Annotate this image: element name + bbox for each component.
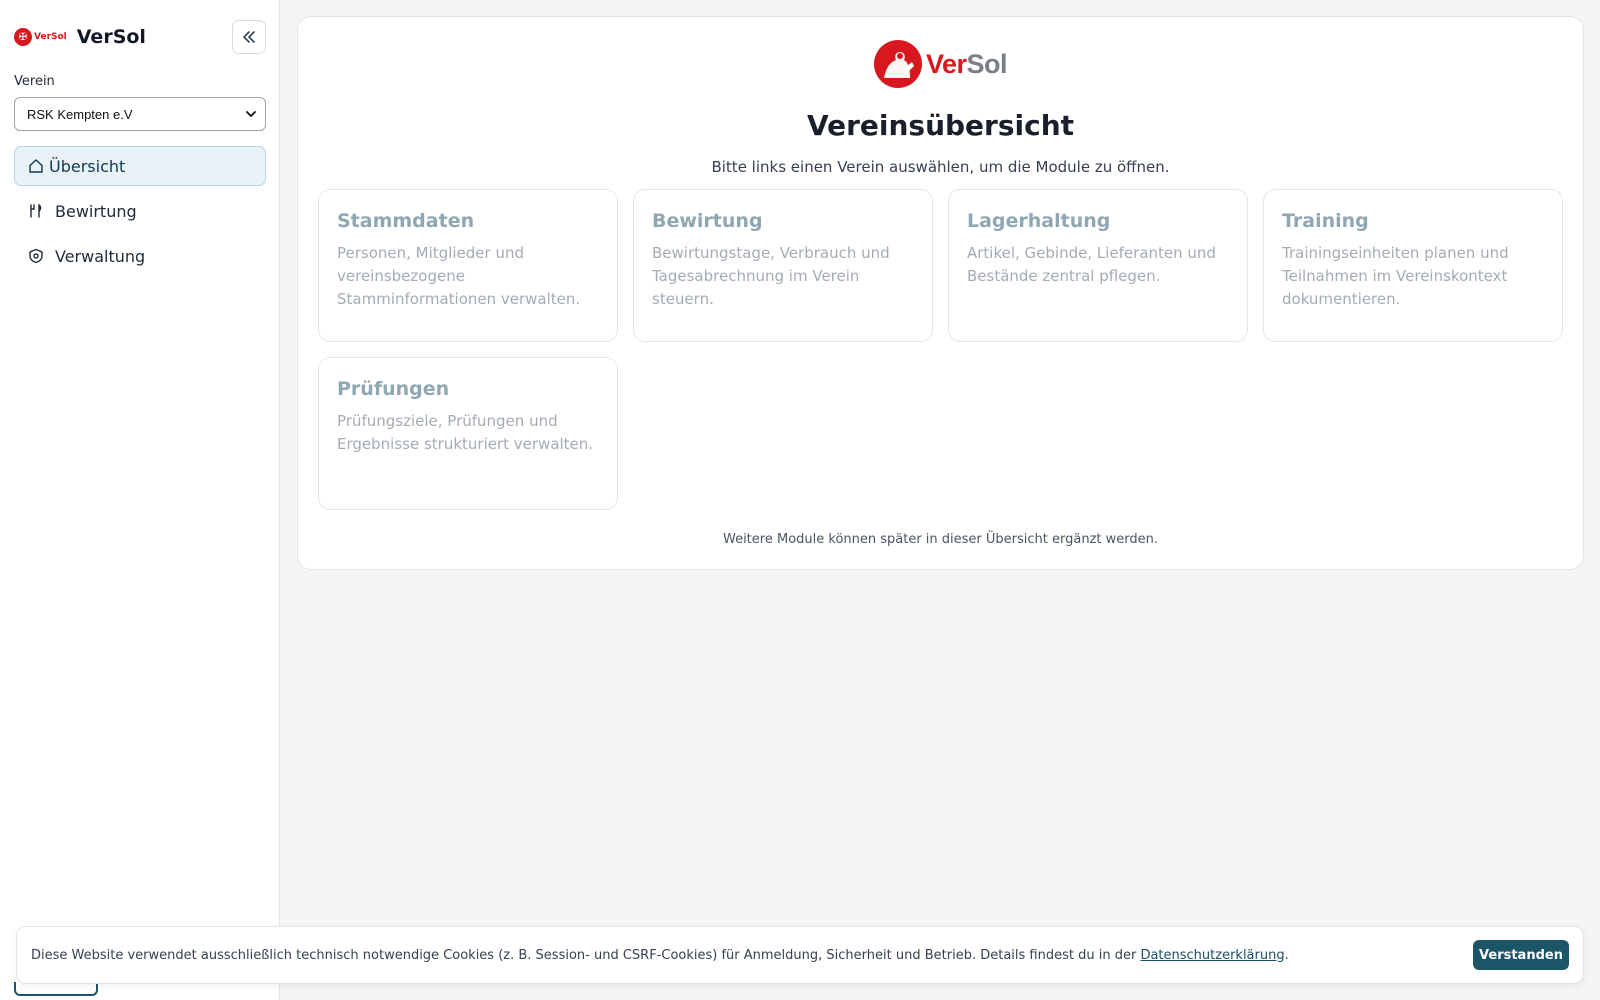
sidebar: ✠ VerSol VerSol Verein RSK Kempten e.V Ü…: [0, 0, 280, 1000]
module-title: Lagerhaltung: [967, 210, 1111, 232]
shield-icon: [27, 247, 45, 265]
overview-card: Ver Sol Vereinsübersicht Bitte links eine…: [297, 16, 1584, 570]
collapse-sidebar-button[interactable]: [232, 20, 266, 54]
utensils-icon: [27, 202, 45, 220]
sidebar-item-uebersicht[interactable]: Übersicht: [14, 146, 266, 186]
brand-logo-text: VerSol: [34, 32, 67, 42]
module-card-training[interactable]: Training Trainingseinheiten planen und T…: [1263, 189, 1563, 342]
versol-logo-ver: Ver: [925, 48, 967, 79]
versol-logo: Ver Sol: [298, 39, 1583, 89]
versol-logo-sol: Sol: [966, 48, 1008, 79]
versol-logo-mark: [873, 40, 922, 88]
cookie-text-end: .: [1284, 947, 1289, 963]
verein-select-value: RSK Kempten e.V: [27, 106, 133, 122]
module-card-bewirtung[interactable]: Bewirtung Bewirtungstage, Verbrauch und …: [633, 189, 933, 342]
page-subtitle: Bitte links einen Verein auswählen, um d…: [711, 158, 1170, 176]
cookie-banner: Diese Website verwendet ausschließlich t…: [16, 926, 1584, 984]
sidebar-item-bewirtung[interactable]: Bewirtung: [14, 191, 266, 231]
module-title: Bewirtung: [652, 210, 763, 232]
brand-logo-mark: ✠: [14, 28, 32, 46]
module-title: Training: [1282, 210, 1369, 232]
module-card-lagerhaltung[interactable]: Lagerhaltung Artikel, Gebinde, Lieferant…: [948, 189, 1248, 342]
module-description: Trainingseinheiten planen und Teilnahmen…: [1282, 244, 1509, 308]
privacy-policy-link[interactable]: Datenschutzerklärung: [1140, 948, 1284, 963]
brand-name: VerSol: [76, 26, 146, 48]
module-title: Stammdaten: [337, 210, 475, 232]
overview-footnote: Weitere Module können später in dieser Ü…: [722, 532, 1159, 547]
brand-logo: ✠ VerSol: [14, 28, 67, 46]
hidden-footer-button[interactable]: [14, 982, 98, 996]
verein-label: Verein: [14, 74, 55, 89]
chevrons-left-icon: [243, 31, 255, 43]
sidebar-item-label: Verwaltung: [55, 246, 146, 266]
sidebar-item-label: Bewirtung: [55, 201, 137, 221]
chevron-down-icon: [246, 111, 256, 117]
module-card-pruefungen[interactable]: Prüfungen Prüfungsziele, Prüfungen und E…: [318, 357, 618, 510]
sidebar-item-verwaltung[interactable]: Verwaltung: [14, 236, 266, 276]
module-description: Artikel, Gebinde, Lieferanten und Bestän…: [967, 244, 1216, 285]
module-title: Prüfungen: [337, 378, 450, 400]
brand-row: ✠ VerSol VerSol: [14, 20, 266, 54]
module-description: Bewirtungstage, Verbrauch und Tagesabrec…: [652, 244, 890, 308]
cookie-text-main: Diese Website verwendet ausschließlich t…: [31, 947, 1141, 963]
home-icon: [27, 157, 45, 175]
page-title: Vereinsübersicht: [806, 109, 1075, 142]
module-description: Prüfungsziele, Prüfungen und Ergebnisse …: [337, 412, 594, 453]
sidebar-item-label: Übersicht: [49, 156, 126, 176]
cookie-text: Diese Website verwendet ausschließlich t…: [31, 948, 1289, 963]
module-card-stammdaten[interactable]: Stammdaten Personen, Mitglieder und vere…: [318, 189, 618, 342]
sidebar-nav: Übersicht Bewirtung Verwaltung: [14, 146, 266, 281]
verein-select[interactable]: RSK Kempten e.V: [14, 97, 266, 131]
cookie-accept-button[interactable]: Verstanden: [1473, 940, 1569, 970]
module-description: Personen, Mitglieder und vereinsbezogene…: [337, 244, 581, 308]
